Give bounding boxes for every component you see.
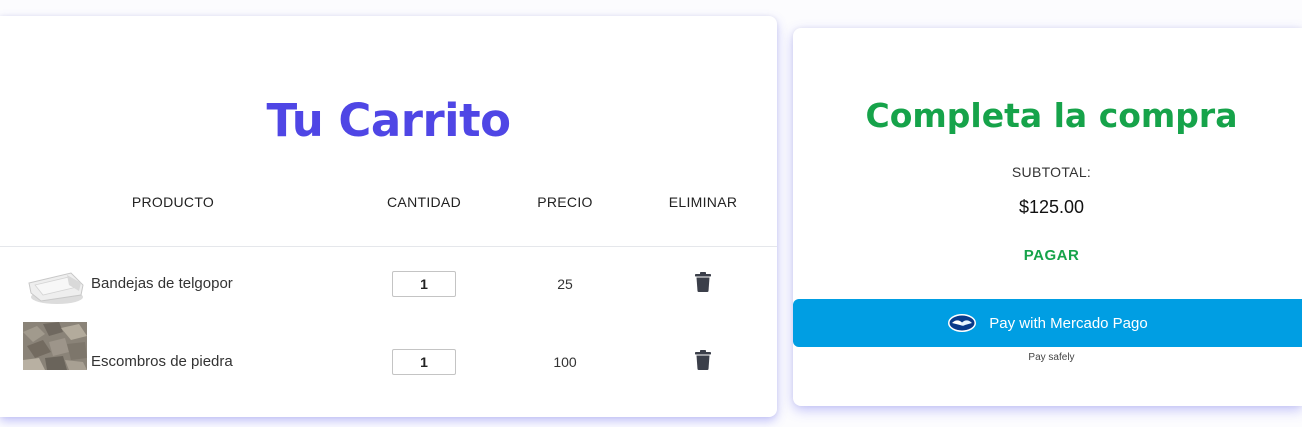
mercado-pago-label: Pay with Mercado Pago [989,314,1148,332]
quantity-input[interactable] [392,349,456,375]
product-name: Escombros de piedra [91,353,233,370]
column-header-quantity: CANTIDAD [387,194,461,210]
trash-icon[interactable] [694,272,712,292]
pay-button[interactable]: PAGAR [793,247,1302,264]
trash-icon[interactable] [694,350,712,370]
column-header-price: PRECIO [537,194,593,210]
checkout-panel: Completa la compra SUBTOTAL: $125.00 PAG… [793,28,1302,406]
column-header-delete: ELIMINAR [668,194,738,210]
subtotal-value: $125.00 [1018,197,1085,217]
product-image-stone-rubble [23,322,87,370]
cart-row: Escombros de piedra 100 [0,322,777,375]
mercado-pago-button[interactable]: Pay with Mercado Pago [793,299,1302,347]
handshake-icon [948,314,977,332]
column-header-product: PRODUCTO [131,194,215,210]
pay-safely-text: Pay safely [1028,352,1075,363]
quantity-input[interactable] [392,271,456,297]
product-price: 25 [557,276,573,292]
cart-title: Tu Carrito [266,94,511,147]
product-name: Bandejas de telgopor [91,275,233,292]
product-image-styrofoam-tray [23,261,87,309]
cart-row: Bandejas de telgopor 25 [0,244,777,309]
cart-panel: Tu Carrito PRODUCTO CANTIDAD PRECIO ELIM… [0,16,777,417]
product-price: 100 [553,354,577,370]
subtotal-label: SUBTOTAL: [1011,164,1092,180]
checkout-title: Completa la compra [865,96,1238,135]
